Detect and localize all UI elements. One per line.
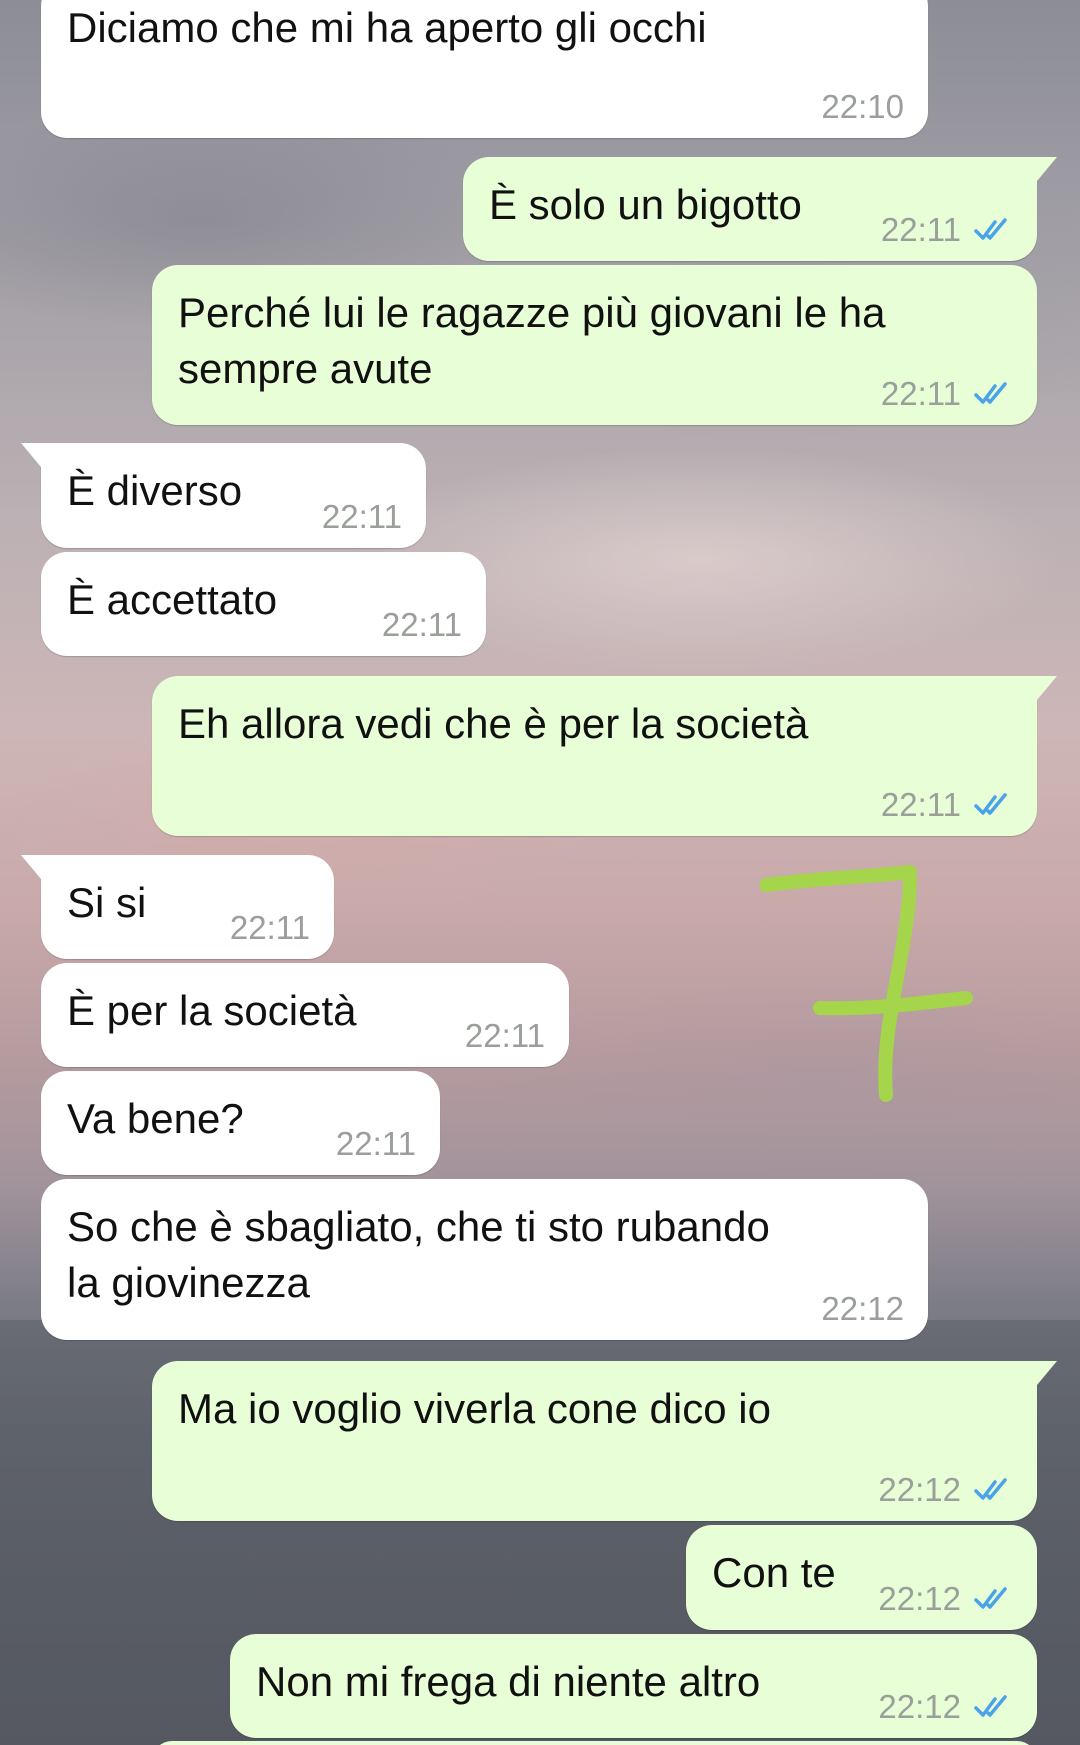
message-text-line-1: So che è sbagliato, che ti sto rubando [67, 1203, 770, 1250]
message-incoming[interactable]: È accettato 22:11 [41, 552, 486, 656]
bubble-tail [21, 443, 41, 467]
message-incoming[interactable]: Si si 22:11 [21, 855, 334, 959]
message-text: Non mi frega di niente altro [256, 1658, 761, 1705]
message-incoming[interactable]: Diciamo che mi ha aperto gli occhi 22:10 [41, 0, 928, 138]
message-text: Eh allora vedi che è per la società [178, 700, 809, 747]
message-meta: 22:12 [821, 1290, 904, 1328]
message-text: Si si [67, 879, 147, 926]
message-time: 22:11 [229, 909, 310, 946]
message-outgoing-partial[interactable] [152, 1741, 1037, 1745]
message-meta: 22:11 [230, 909, 310, 947]
message-time: 22:11 [464, 1017, 545, 1054]
message-text-line-2: sempre avute [178, 345, 433, 392]
message-incoming[interactable]: È per la società 22:11 [41, 963, 569, 1067]
message-outgoing[interactable]: Perché lui le ragazze più giovani le ha … [152, 265, 1037, 425]
message-incoming[interactable]: È diverso 22:11 [21, 443, 426, 548]
message-time: 22:10 [821, 88, 904, 125]
message-incoming[interactable]: Va bene? 22:11 [41, 1071, 440, 1175]
double-check-read-icon [974, 1695, 1007, 1717]
bubble-tail [21, 855, 41, 879]
message-meta: 22:11 [881, 786, 1013, 824]
message-time: 22:11 [335, 1125, 416, 1162]
message-meta: 22:11 [382, 606, 462, 644]
message-text: Va bene? [67, 1095, 244, 1142]
message-time: 22:11 [321, 498, 402, 535]
message-outgoing[interactable]: Non mi frega di niente altro 22:12 [230, 1634, 1037, 1738]
message-meta: 22:10 [821, 88, 904, 126]
message-outgoing[interactable]: Eh allora vedi che è per la società 22:1… [152, 676, 1057, 836]
message-outgoing[interactable]: Ma io voglio viverla cone dico io 22:12 [152, 1361, 1057, 1521]
message-meta: 22:12 [878, 1580, 1013, 1618]
message-outgoing[interactable]: È solo un bigotto 22:11 [463, 157, 1057, 261]
message-time: 22:12 [878, 1471, 961, 1508]
message-meta: 22:11 [322, 498, 402, 536]
message-meta: 22:11 [336, 1125, 416, 1163]
bubble-tail [1037, 157, 1057, 181]
message-outgoing[interactable]: Con te 22:12 [686, 1525, 1037, 1630]
double-check-read-icon [974, 1478, 1007, 1500]
message-text: Ma io voglio viverla cone dico io [178, 1385, 771, 1432]
bubble-tail [1037, 676, 1057, 700]
message-meta: 22:11 [465, 1017, 545, 1055]
message-meta: 22:12 [878, 1688, 1013, 1726]
double-check-read-icon [974, 382, 1007, 404]
message-text: È solo un bigotto [489, 181, 802, 228]
message-time: 22:12 [821, 1290, 904, 1327]
message-meta: 22:11 [881, 211, 1013, 249]
message-time: 22:12 [878, 1580, 961, 1617]
message-time: 22:11 [880, 211, 961, 248]
message-text: È diverso [67, 467, 243, 514]
message-meta: 22:12 [878, 1471, 1013, 1509]
message-time: 22:11 [880, 375, 961, 412]
message-text: Diciamo che mi ha aperto gli occhi [67, 4, 707, 51]
message-text: Con te [712, 1549, 836, 1596]
handwritten-seven-mark [760, 865, 973, 1102]
message-text-line-1: Perché lui le ragazze più giovani le ha [178, 289, 886, 336]
message-time: 22:11 [381, 606, 462, 643]
bubble-tail [1037, 1361, 1057, 1385]
message-time: 22:11 [880, 786, 961, 823]
double-check-read-icon [974, 793, 1007, 815]
message-meta: 22:11 [881, 375, 1013, 413]
double-check-read-icon [974, 1587, 1007, 1609]
double-check-read-icon [974, 218, 1007, 240]
message-text: È per la società [67, 987, 357, 1034]
message-text: È accettato [67, 576, 278, 623]
message-incoming[interactable]: So che è sbagliato, che ti sto rubando l… [41, 1179, 928, 1340]
message-text-line-2: la giovinezza [67, 1259, 310, 1306]
message-time: 22:12 [878, 1688, 961, 1725]
